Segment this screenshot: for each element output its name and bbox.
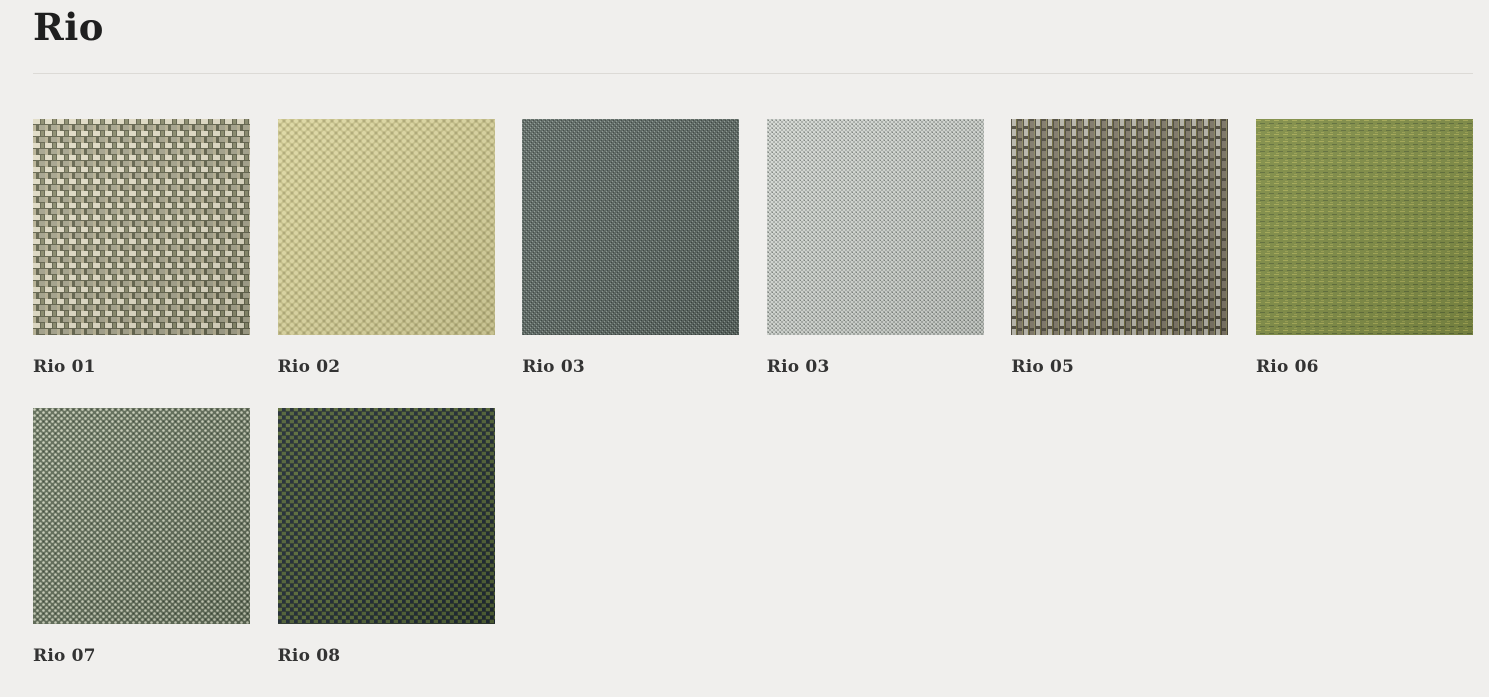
swatch-item[interactable]: Rio 03 xyxy=(522,119,740,408)
fabric-swatch-image[interactable] xyxy=(33,408,250,624)
swatch-label: Rio 03 xyxy=(766,357,830,377)
swatch-label: Rio 03 xyxy=(522,357,585,377)
swatch-grid: Rio 01 Rio 02 Rio 03 Rio 03 Rio 05 Rio 0… xyxy=(33,119,1473,697)
swatch-label: Rio 08 xyxy=(277,646,341,666)
page-title: Rio xyxy=(33,5,104,49)
swatch-item[interactable]: Rio 01 xyxy=(33,119,250,408)
title-divider xyxy=(33,73,1473,74)
swatch-label: Rio 01 xyxy=(33,357,96,377)
fabric-swatch-image[interactable] xyxy=(1011,119,1229,335)
fabric-swatch-image[interactable] xyxy=(522,119,740,335)
swatch-item[interactable]: Rio 05 xyxy=(1011,119,1229,408)
swatch-item[interactable]: Rio 02 xyxy=(277,119,495,408)
fabric-swatch-image[interactable] xyxy=(1255,119,1473,335)
fabric-swatch-image[interactable] xyxy=(766,119,984,335)
fabric-swatch-image[interactable] xyxy=(33,119,250,335)
fabric-swatch-image[interactable] xyxy=(277,119,495,335)
swatch-item[interactable]: Rio 03 xyxy=(766,119,984,408)
swatch-label: Rio 07 xyxy=(33,646,96,666)
swatch-item[interactable]: Rio 07 xyxy=(33,408,250,697)
swatch-label: Rio 05 xyxy=(1011,357,1075,377)
swatch-item[interactable]: Rio 08 xyxy=(277,408,495,697)
fabric-swatch-image[interactable] xyxy=(277,408,495,624)
swatch-label: Rio 06 xyxy=(1255,357,1319,377)
swatch-label: Rio 02 xyxy=(277,357,341,377)
swatch-item[interactable]: Rio 06 xyxy=(1255,119,1473,408)
